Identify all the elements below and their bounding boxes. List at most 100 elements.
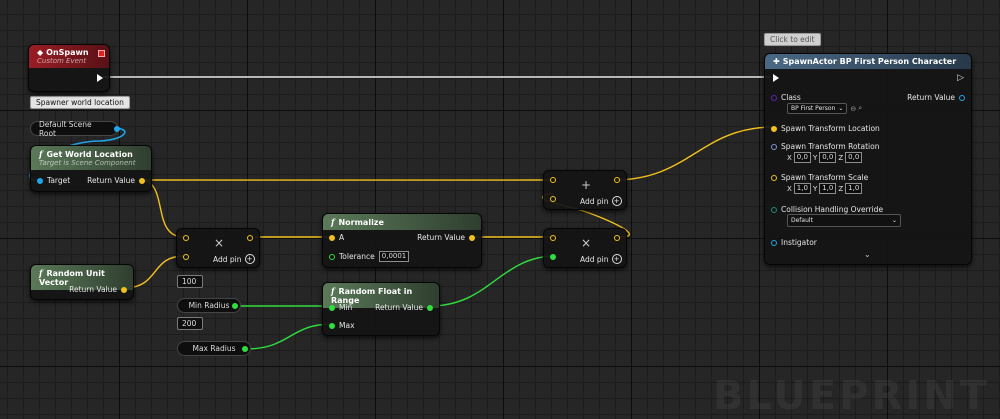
- plus-circle-icon: +: [612, 196, 622, 206]
- target-pin[interactable]: Target: [33, 176, 70, 185]
- math-node-1[interactable]: × Add pin+: [176, 228, 260, 268]
- transform-rotation-pin[interactable]: Spawn Transform Rotation: [767, 142, 879, 151]
- max-radius-label: Max Radius: [192, 344, 235, 353]
- math-node-1-out[interactable]: [247, 235, 253, 241]
- tolerance-dot[interactable]: [329, 254, 335, 260]
- normalize-a-pin[interactable]: A: [325, 233, 344, 242]
- random-float-max-pin[interactable]: Max: [325, 321, 355, 330]
- collision-dropdown[interactable]: Default⌄: [787, 214, 901, 227]
- scale-fields: X1,0 Y1,0 Z1,0: [787, 183, 864, 194]
- rotation-y-input[interactable]: 0,0: [819, 152, 836, 163]
- on-spawn-title: OnSpawn: [46, 48, 88, 57]
- world-location-return-label: Return Value: [87, 176, 135, 185]
- class-pin-dot[interactable]: [771, 95, 777, 101]
- transform-rotation-dot[interactable]: [771, 144, 777, 150]
- normalize-a-dot[interactable]: [329, 235, 335, 241]
- math-node-3-in-a[interactable]: [550, 235, 556, 241]
- math-node-3-add-pin[interactable]: Add pin+: [580, 254, 622, 264]
- exec-out-pin[interactable]: [97, 74, 103, 82]
- normalize-return-dot[interactable]: [469, 235, 475, 241]
- comment-click-to-edit[interactable]: Click to edit: [764, 33, 821, 46]
- random-unit-vector-return-dot[interactable]: [121, 287, 127, 293]
- target-pin-label: Target: [47, 176, 70, 185]
- scale-y-input[interactable]: 1,0: [819, 183, 836, 194]
- spawn-icon: ✚: [773, 57, 780, 66]
- scale-z-input[interactable]: 1,0: [845, 183, 862, 194]
- instigator-dot[interactable]: [771, 240, 777, 246]
- random-float-node[interactable]: fRandom Float in Range Min Return Value …: [322, 282, 440, 336]
- transform-scale-dot[interactable]: [771, 175, 777, 181]
- rotation-z-input[interactable]: 0,0: [845, 152, 862, 163]
- spawn-return-pin[interactable]: Return Value: [907, 93, 969, 102]
- spawn-actor-node[interactable]: ✚SpawnActor BP First Person Character ▷ …: [764, 53, 972, 265]
- comment-spawner-world-location[interactable]: Spawner world location: [30, 96, 130, 109]
- world-location-return-pin[interactable]: Return Value: [87, 176, 149, 185]
- world-location-return-dot[interactable]: [139, 178, 145, 184]
- collision-pin[interactable]: Collision Handling Override: [767, 205, 883, 214]
- rotation-x-input[interactable]: 0,0: [794, 152, 811, 163]
- normalize-header: fNormalize: [323, 214, 481, 230]
- min-radius-literal[interactable]: 100: [177, 275, 203, 288]
- tolerance-input[interactable]: 0,0001: [379, 251, 410, 262]
- class-dropdown-value: BP First Person: [791, 105, 835, 112]
- on-spawn-node[interactable]: ◆OnSpawn Custom Event: [28, 44, 110, 92]
- exec-in-pin[interactable]: [773, 74, 779, 82]
- max-radius-literal[interactable]: 200: [177, 317, 203, 330]
- class-label: Class: [781, 93, 801, 102]
- normalize-return-pin[interactable]: Return Value: [417, 233, 479, 242]
- expand-chevron-icon[interactable]: ⌄: [864, 250, 871, 259]
- chevron-down-icon: ⌄: [892, 217, 897, 224]
- math-node-1-in-a[interactable]: [183, 235, 189, 241]
- tolerance-pin[interactable]: Tolerance 0,0001: [325, 251, 411, 262]
- random-unit-vector-return-pin[interactable]: Return Value: [69, 285, 131, 294]
- random-float-max-dot[interactable]: [329, 323, 335, 329]
- transform-rotation-label: Spawn Transform Rotation: [781, 142, 879, 151]
- random-float-min-pin[interactable]: Min: [325, 303, 352, 312]
- normalize-a-label: A: [339, 233, 344, 242]
- math-node-1-in-b[interactable]: [183, 254, 189, 260]
- add-to-spawn-location-wire: [614, 127, 774, 180]
- function-icon: f: [331, 286, 334, 296]
- scale-y-label: Y: [813, 185, 817, 193]
- max-radius-out-pin[interactable]: [242, 346, 248, 352]
- math-node-3[interactable]: × Add pin+: [543, 228, 627, 268]
- min-radius-out-pin[interactable]: [232, 303, 238, 309]
- target-pin-dot[interactable]: [37, 178, 43, 184]
- plus-circle-icon: +: [612, 254, 622, 264]
- chevron-down-icon: ⌄: [838, 105, 843, 112]
- class-dropdown[interactable]: BP First Person⌄: [787, 103, 847, 114]
- random-float-min-dot[interactable]: [329, 305, 335, 311]
- normalize-node[interactable]: fNormalize A Return Value Tolerance 0,00…: [322, 213, 482, 268]
- collision-dot[interactable]: [771, 207, 777, 213]
- math-node-3-in-b[interactable]: [550, 254, 556, 260]
- random-unit-vector-node[interactable]: fRandom Unit Vector Return Value: [30, 264, 134, 300]
- max-radius-node[interactable]: Max Radius: [177, 341, 251, 356]
- random-float-return-pin[interactable]: Return Value: [375, 303, 437, 312]
- add-pin-label: Add pin: [580, 255, 609, 264]
- transform-location-dot[interactable]: [771, 126, 777, 132]
- math-node-1-add-pin[interactable]: Add pin+: [213, 254, 255, 264]
- scene-root-out-pin[interactable]: [114, 126, 120, 132]
- transform-scale-pin[interactable]: Spawn Transform Scale: [767, 173, 868, 182]
- spawn-return-dot[interactable]: [959, 95, 965, 101]
- class-pin[interactable]: Class: [767, 93, 801, 102]
- math-node-2-in-a[interactable]: [550, 177, 556, 183]
- get-world-location-node[interactable]: fGet World Location Target is Scene Comp…: [30, 145, 152, 192]
- scale-x-label: X: [787, 185, 792, 193]
- random-float-max-label: Max: [339, 321, 355, 330]
- use-selected-icon[interactable]: ⊖: [850, 105, 856, 113]
- math-node-2-out[interactable]: [614, 177, 620, 183]
- normalize-return-label: Return Value: [417, 233, 465, 242]
- math-node-2-add-pin[interactable]: Add pin+: [580, 196, 622, 206]
- math-node-3-out[interactable]: [614, 235, 620, 241]
- browse-icon[interactable]: ⌕: [858, 104, 862, 113]
- random-float-return-dot[interactable]: [427, 305, 433, 311]
- math-node-2-in-b[interactable]: [550, 196, 556, 202]
- instigator-pin[interactable]: Instigator: [767, 238, 817, 247]
- transform-location-pin[interactable]: Spawn Transform Location: [767, 124, 880, 133]
- delegate-pin-icon[interactable]: [98, 50, 105, 57]
- min-radius-node[interactable]: Min Radius: [177, 298, 241, 313]
- math-node-2[interactable]: + Add pin+: [543, 170, 627, 210]
- default-scene-root-node[interactable]: Default Scene Root: [30, 121, 118, 136]
- scale-x-input[interactable]: 1,0: [794, 183, 811, 194]
